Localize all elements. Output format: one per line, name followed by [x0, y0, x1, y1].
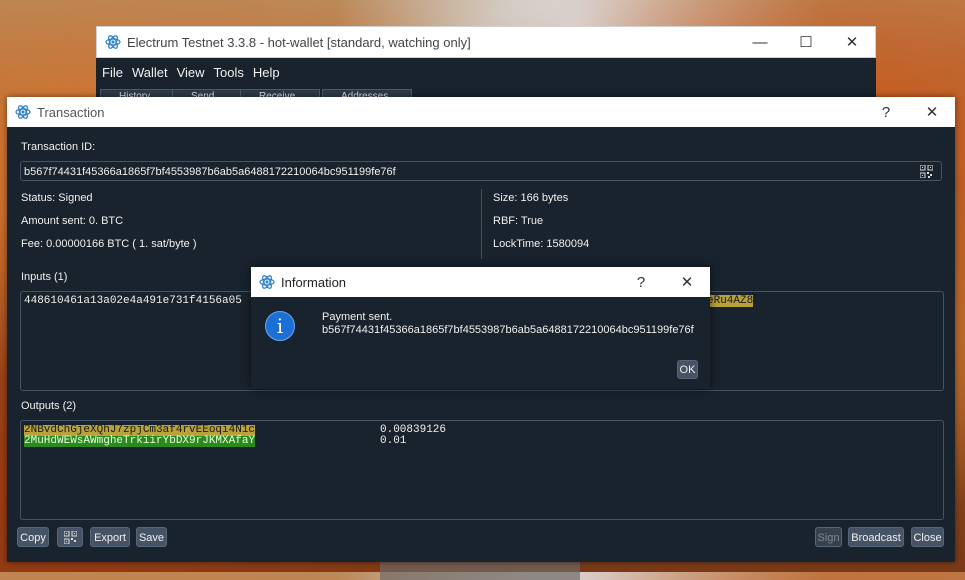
- input-entry: 448610461a13a02e4a491e731f4156a05: [24, 295, 242, 307]
- info-close-x-button[interactable]: ✕: [664, 273, 710, 291]
- qr-code-icon[interactable]: [920, 165, 933, 178]
- info-message-line1: Payment sent.: [322, 311, 393, 323]
- input-address-tail: eRu4AZ8: [707, 295, 754, 307]
- amount-sent-text: Amount sent: 0. BTC: [21, 215, 124, 227]
- information-icon: i: [265, 311, 295, 341]
- ok-button[interactable]: OK: [677, 360, 698, 379]
- size-text: Size: 166 bytes: [493, 192, 569, 204]
- output-amount: 0.01: [380, 435, 407, 447]
- qr-button[interactable]: [57, 527, 83, 547]
- broadcast-button[interactable]: Broadcast: [848, 527, 904, 547]
- info-title-bar: Information ? ✕: [251, 267, 710, 297]
- txid-field[interactable]: b567f74431f45366a1865f7bf4553987b6ab5a64…: [20, 161, 942, 181]
- info-message-txid: b567f74431f45366a1865f7bf4553987b6ab5a64…: [322, 324, 694, 336]
- close-button[interactable]: Close: [911, 527, 944, 547]
- info-message: Payment sent. b567f74431f45366a1865f7bf4…: [322, 311, 694, 337]
- electrum-logo-icon: [105, 35, 121, 49]
- copy-button[interactable]: Copy: [17, 527, 49, 547]
- minimize-button[interactable]: —: [737, 34, 783, 51]
- menu-tools[interactable]: Tools: [214, 65, 244, 80]
- main-close-button[interactable]: ✕: [829, 33, 875, 51]
- electrum-logo-icon: [15, 105, 31, 119]
- qr-code-icon: [63, 530, 77, 545]
- electrum-logo-icon: [259, 275, 275, 289]
- output-address: 2MuHdWEWsAWmgheTrkiirYbDX9rJKMXAfaY: [24, 435, 256, 447]
- txid-value: b567f74431f45366a1865f7bf4553987b6ab5a64…: [24, 166, 396, 178]
- information-dialog: Information ? ✕ i Payment sent. b567f744…: [251, 267, 710, 389]
- locktime-text: LockTime: 1580094: [493, 238, 590, 250]
- inputs-label: Inputs (1): [21, 271, 68, 283]
- sign-button[interactable]: Sign: [815, 527, 842, 547]
- tx-close-x-button[interactable]: ✕: [909, 103, 955, 121]
- export-button[interactable]: Export: [90, 527, 130, 547]
- outputs-list[interactable]: 2NBvdChGjeXQhJ7zpjCm3af4rvEEoqi4N1c 0.00…: [20, 420, 944, 520]
- maximize-button[interactable]: ☐: [783, 33, 829, 51]
- menu-view[interactable]: View: [177, 65, 205, 80]
- rbf-text: RBF: True: [493, 215, 544, 227]
- outputs-label: Outputs (2): [21, 400, 77, 412]
- main-title-bar: Electrum Testnet 3.3.8 - hot-wallet [sta…: [96, 26, 876, 58]
- menu-wallet[interactable]: Wallet: [132, 65, 168, 80]
- menu-bar: File Wallet View Tools Help: [96, 58, 876, 86]
- tx-title-bar: Transaction ? ✕: [7, 97, 955, 127]
- main-window-title: Electrum Testnet 3.3.8 - hot-wallet [sta…: [127, 34, 471, 50]
- info-divider: [481, 189, 482, 259]
- fee-text: Fee: 0.00000166 BTC ( 1. sat/byte ): [21, 238, 197, 250]
- status-text: Status: Signed: [21, 192, 93, 204]
- tx-dialog-title: Transaction: [37, 104, 105, 120]
- info-help-button[interactable]: ?: [618, 274, 664, 291]
- menu-file[interactable]: File: [102, 65, 123, 80]
- txid-label: Transaction ID:: [21, 141, 96, 153]
- save-button[interactable]: Save: [136, 527, 167, 547]
- info-dialog-title: Information: [281, 274, 347, 290]
- tx-help-button[interactable]: ?: [863, 104, 909, 121]
- menu-help[interactable]: Help: [253, 65, 280, 80]
